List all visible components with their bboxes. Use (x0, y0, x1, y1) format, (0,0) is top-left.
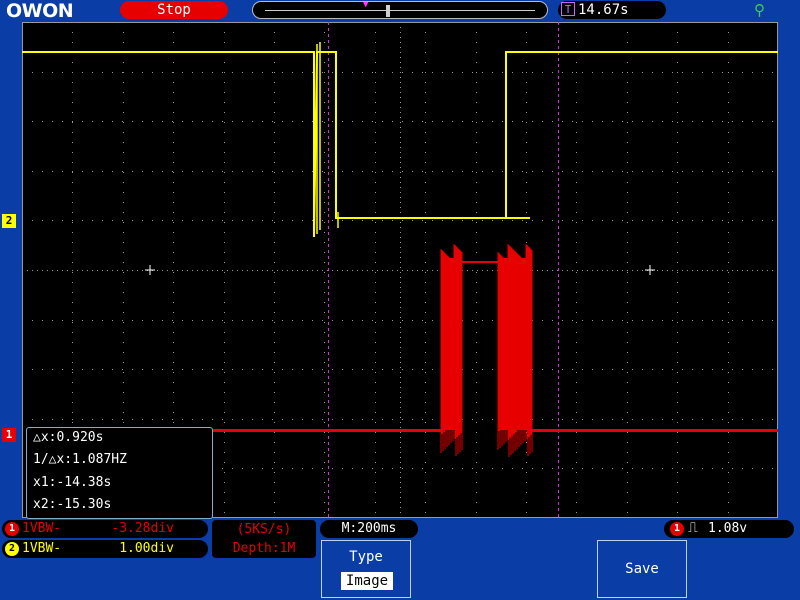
ch1-badge: 1 (5, 522, 19, 536)
cursor-frequency: 1/△x:1.087HZ (33, 452, 127, 467)
ch1-offset: -3.28div (111, 521, 174, 536)
timebase-readout[interactable]: M:200ms (320, 520, 418, 538)
owon-logo: OWON (6, 0, 74, 22)
ch1-burst-2 (497, 244, 533, 457)
cursor-delta-x: △x:0.920s (33, 430, 104, 445)
memory-window-handle[interactable] (386, 5, 390, 17)
save-softkey[interactable]: Save (597, 540, 687, 598)
trigger-info[interactable]: 1 ⎍ 1.08v (664, 520, 794, 538)
sample-rate: (5KS/s) (236, 522, 292, 537)
trigger-time-readout: T 14.67s (558, 1, 666, 19)
ch2-scale: 1VBW- (22, 541, 62, 556)
ch1-level-marker[interactable]: 1 (2, 428, 16, 442)
type-softkey-value: Image (341, 572, 393, 590)
memory-depth: Depth:1M (232, 541, 296, 556)
run-status-indicator[interactable]: Stop (120, 1, 228, 19)
ch2-offset: 1.00div (119, 541, 174, 556)
acquisition-info: (5KS/s) Depth:1M (212, 520, 316, 558)
trigger-source-badge: 1 (670, 522, 684, 536)
trigger-level: 1.08v (708, 521, 748, 536)
rising-edge-icon: ⎍ (688, 520, 698, 536)
top-status-bar: OWON Stop ▼ T 14.67s ⚲ (0, 0, 800, 22)
cursor-x2: x2:-15.30s (33, 497, 112, 512)
usb-icon: ⚲ (754, 1, 765, 19)
ch2-badge: 2 (5, 542, 19, 556)
cursor-x1: x1:-14.38s (33, 475, 112, 490)
ch1-burst-1 (440, 244, 463, 456)
ch2-trace (22, 51, 778, 238)
type-softkey[interactable]: Type Image (321, 540, 411, 598)
ch2-level-marker[interactable]: 2 (2, 214, 16, 228)
trigger-time-icon: T (561, 2, 575, 16)
memory-position-bar[interactable]: ▼ (252, 0, 548, 19)
ch1-info[interactable]: 1 1VBW- -3.28div (2, 520, 208, 538)
type-softkey-label: Type (349, 549, 383, 565)
ch1-scale: 1VBW- (22, 521, 62, 536)
trigger-time-value: 14.67s (578, 2, 629, 18)
ch2-info[interactable]: 2 1VBW- 1.00div (2, 540, 208, 558)
trigger-position-icon: ▼ (363, 0, 369, 10)
cursor-measurement-panel: △x:0.920s 1/△x:1.087HZ x1:-14.38s x2:-15… (26, 427, 213, 519)
memory-track (265, 10, 535, 11)
